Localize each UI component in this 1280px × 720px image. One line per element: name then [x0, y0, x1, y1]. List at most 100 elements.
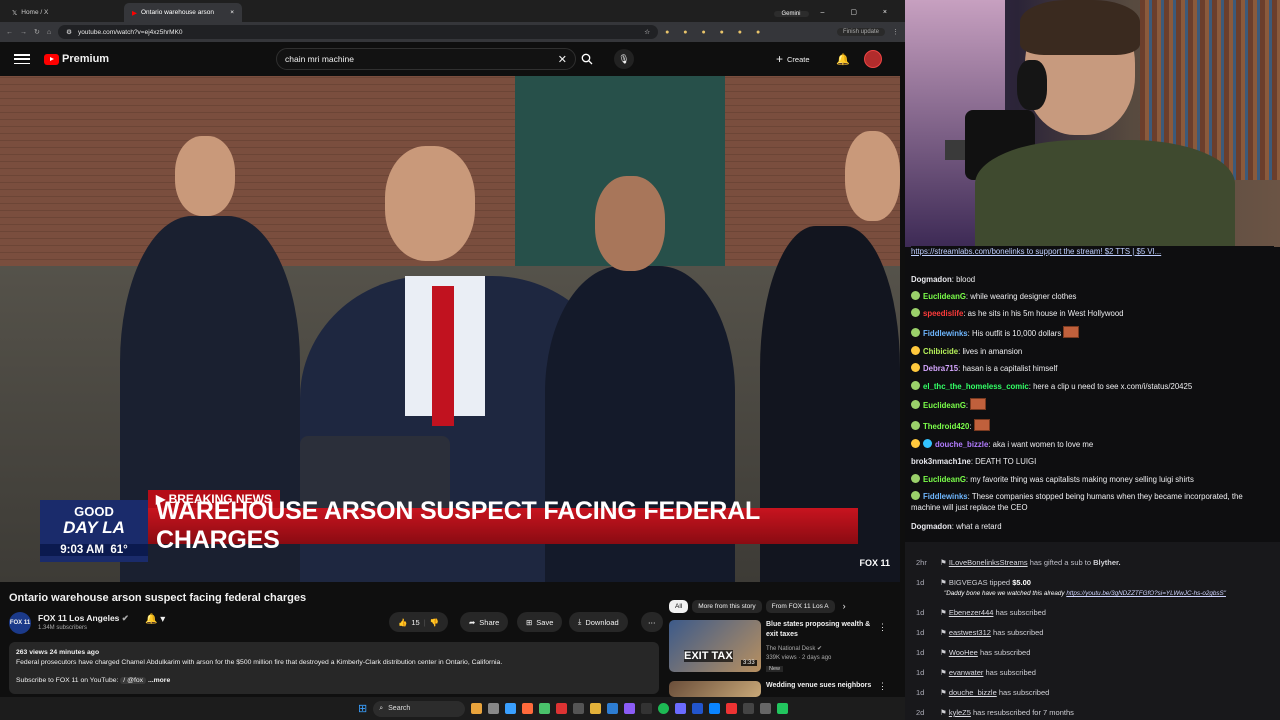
taskbar-app-icon[interactable] [726, 703, 738, 714]
taskbar-app-icon[interactable] [556, 703, 568, 714]
chat-username[interactable]: Dogmadon [911, 275, 952, 284]
search-icon[interactable] [578, 50, 596, 68]
video-thumbnail[interactable] [669, 681, 761, 697]
taskbar-app-icon[interactable] [760, 703, 772, 714]
chat-message: Thedroid420: [911, 419, 1274, 432]
like-dislike-buttons[interactable]: 👍 15 | 👎 [389, 612, 448, 632]
address-bar-row: ← → ↻ ⌂ ⚙ youtube.com/watch?v=ej4xz5hrMK… [0, 22, 905, 42]
recommended-video[interactable]: Wedding venue sues neighbors ⋮ [669, 681, 899, 697]
bookmark-star-icon[interactable]: ☆ [644, 28, 650, 36]
close-tab-icon[interactable]: × [230, 9, 234, 16]
taskbar-app-icon[interactable] [675, 703, 687, 714]
home-icon[interactable]: ⌂ [47, 29, 51, 36]
taskbar-app-icon[interactable] [607, 703, 619, 714]
taskbar-app-icon[interactable] [573, 703, 585, 714]
chat-message: Dogmadon: what a retard [911, 522, 1002, 531]
description-text: Federal prosecutors have charged Chamel … [16, 659, 503, 666]
browser-menu-icon[interactable]: ⋮ [892, 28, 899, 36]
show-more-link[interactable]: ...more [148, 677, 170, 684]
chat-username[interactable]: brok3nmach1ne [911, 457, 971, 466]
channel-link[interactable]: / @fox [120, 677, 147, 684]
chat-username[interactable]: EuclideanG [923, 401, 966, 410]
menu-icon[interactable] [14, 54, 30, 64]
save-button[interactable]: ⊞ Save [517, 612, 563, 632]
video-options-icon[interactable]: ⋮ [878, 681, 887, 692]
chip-from-fox11[interactable]: From FOX 11 Los A [765, 599, 835, 613]
chip-more-from-story[interactable]: More from this story [692, 599, 762, 613]
chat-username[interactable]: el_thc_the_homeless_comic [923, 382, 1029, 391]
event-row: 1d ⚑ WooHee has subscribed [916, 648, 1031, 657]
recommended-title[interactable]: Blue states proposing wealth & exit taxe… [766, 620, 881, 639]
subscription-bell-button[interactable]: 🔔 ▾ [145, 614, 165, 625]
tab-youtube-video[interactable]: ▶ Ontario warehouse arson × [124, 3, 242, 22]
chat-username[interactable]: Debra715 [923, 364, 958, 373]
search-input[interactable]: chain mri machine ✕ [276, 48, 576, 70]
window-controls[interactable]: – ▢ × [821, 8, 899, 16]
chat-username[interactable]: EuclideanG [923, 292, 966, 301]
taskbar-app-icon[interactable] [539, 703, 551, 714]
recommended-video[interactable]: EXIT TAX 3:33 Blue states proposing weal… [669, 620, 899, 678]
chat-message: Chibicide: lives in amansion [911, 346, 1274, 357]
pinned-message[interactable]: https://streamlabs.com/bonelinks to supp… [911, 246, 1274, 257]
microphone-icon[interactable]: 🎙 [614, 49, 634, 69]
thumbs-down-icon[interactable]: 👎 [430, 618, 439, 627]
site-info-icon[interactable]: ⚙ [66, 28, 72, 36]
taskbar-search[interactable]: ⌕ Search [373, 700, 466, 717]
taskbar-app-icon[interactable] [743, 703, 755, 714]
url-field[interactable]: ⚙ youtube.com/watch?v=ej4xz5hrMK0 ☆ [58, 25, 659, 39]
windows-start-icon[interactable]: ⊞ [358, 702, 367, 715]
chat-username[interactable]: Fiddlewinks [923, 329, 968, 338]
headphone-cup [1017, 60, 1047, 110]
video-options-icon[interactable]: ⋮ [878, 622, 887, 633]
chevron-right-icon[interactable]: › [843, 601, 846, 611]
channel-name[interactable]: FOX 11 Los Angeles ✔ [38, 613, 129, 624]
chat-username[interactable]: douche_bizzle [935, 440, 988, 449]
taskbar-app-icon[interactable] [777, 703, 789, 714]
create-button[interactable]: + Create [776, 52, 810, 66]
account-avatar[interactable] [864, 50, 882, 68]
recommended-title[interactable]: Wedding venue sues neighbors [766, 681, 881, 691]
chat-username[interactable]: speedislife [923, 309, 963, 318]
taskbar-app-icon[interactable] [471, 703, 483, 714]
chat-username[interactable]: Fiddlewinks [923, 492, 968, 501]
download-button[interactable]: ⤓ Download [569, 612, 628, 632]
chat-emote-icon [970, 398, 987, 410]
video-description[interactable]: 263 views 24 minutes ago Federal prosecu… [9, 642, 659, 694]
finish-update-button[interactable]: Finish update [836, 28, 885, 36]
more-actions-button[interactable]: ⋯ [641, 612, 663, 632]
chat-message: el_thc_the_homeless_comic: here a clip u… [911, 381, 1274, 392]
forward-icon[interactable]: → [20, 29, 27, 36]
tab-home-x[interactable]: 𝕏 Home / X [4, 3, 122, 22]
taskbar-app-icon[interactable] [522, 703, 534, 714]
extension-icons[interactable]: ● ● ● ● ● ● [665, 29, 766, 36]
chat-username[interactable]: Dogmadon [911, 522, 952, 531]
chat-message: brok3nmach1ne: DEATH TO LUIGI [911, 457, 1037, 466]
taskbar-app-icon[interactable] [641, 703, 653, 714]
sub-badge-icon [911, 291, 920, 300]
gem-badge-icon [923, 439, 932, 448]
notifications-bell-icon[interactable]: 🔔 [836, 53, 850, 66]
taskbar-app-icon[interactable] [505, 703, 517, 714]
chat-username[interactable]: Thedroid420 [923, 422, 969, 431]
taskbar-app-icon[interactable] [709, 703, 721, 714]
share-button[interactable]: ➦ Share [460, 612, 509, 632]
spotify-icon[interactable] [658, 703, 670, 714]
taskbar-app-icon[interactable] [692, 703, 704, 714]
thumbs-up-icon[interactable]: 👍 [398, 618, 407, 627]
clear-search-icon[interactable]: ✕ [558, 53, 567, 66]
reload-icon[interactable]: ↻ [34, 28, 40, 36]
youtube-premium-logo[interactable]: Premium [44, 53, 109, 65]
taskbar-app-icon[interactable] [624, 703, 636, 714]
streamer-hair [1020, 0, 1140, 55]
video-player[interactable]: GOOD DAY LA 9:03 AM 61° ▶ BREAKING NEWS … [0, 76, 900, 582]
chat-username[interactable]: EuclideanG [923, 475, 966, 484]
warning-badge-icon [911, 439, 920, 448]
taskbar-app-icon[interactable] [488, 703, 500, 714]
gemini-button[interactable]: Gemini [773, 11, 809, 17]
taskbar-app-icon[interactable] [590, 703, 602, 714]
channel-avatar[interactable]: FOX 11 [9, 612, 31, 634]
video-thumbnail[interactable]: EXIT TAX 3:33 [669, 620, 761, 672]
back-icon[interactable]: ← [6, 29, 13, 36]
chip-all[interactable]: All [669, 599, 689, 613]
chat-username[interactable]: Chibicide [923, 347, 958, 356]
